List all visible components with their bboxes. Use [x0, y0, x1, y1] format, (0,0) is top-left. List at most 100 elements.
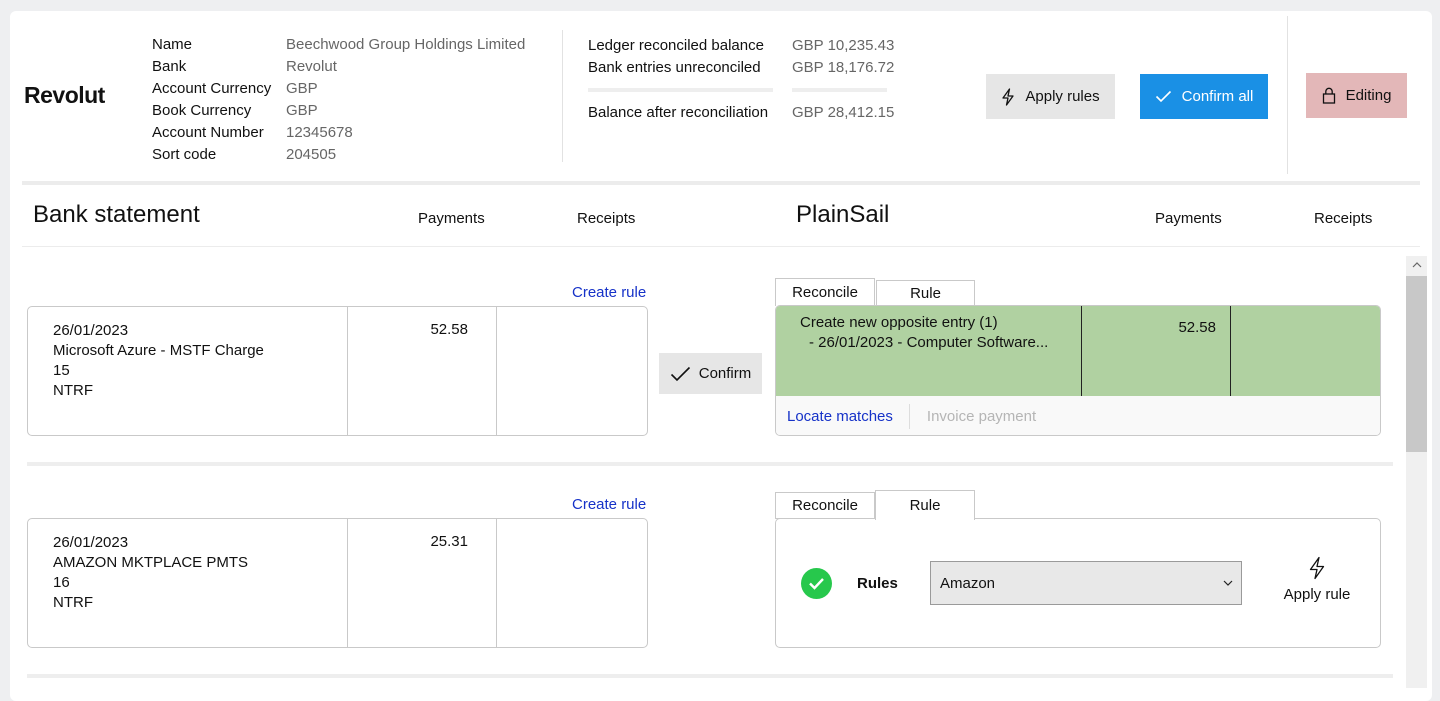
ledger-balance-row: Ledger reconciled balance GBP 10,235.43 — [588, 34, 894, 56]
info-row-book-currency: Book Currency GBP — [152, 99, 525, 121]
create-rule-link[interactable]: Create rule — [572, 496, 646, 513]
entry-date: 26/01/2023 — [53, 322, 129, 339]
lightning-icon — [1309, 556, 1325, 580]
create-rule-link[interactable]: Create rule — [572, 284, 646, 301]
invoice-payment-link: Invoice payment — [926, 408, 1037, 425]
info-value: 204505 — [286, 145, 337, 163]
match-actions: Locate matches Invoice payment — [776, 396, 1380, 435]
lock-icon — [1322, 87, 1335, 104]
match-receipt — [1231, 306, 1380, 396]
confirm-button[interactable]: Confirm — [659, 353, 762, 394]
match-payment: 52.58 — [1082, 306, 1231, 396]
chevron-down-icon — [1223, 580, 1233, 586]
info-label: Name — [152, 35, 193, 53]
apply-rule-label: Apply rule — [1283, 586, 1351, 603]
info-row-account-number: Account Number 12345678 — [152, 121, 525, 143]
bank-entry-card: 26/01/2023 AMAZON MKTPLACE PMTS 16 NTRF … — [27, 518, 648, 648]
info-label: Bank — [152, 57, 187, 75]
plainsail-payments-header: Payments — [1155, 210, 1222, 227]
info-label: Account Currency — [152, 79, 272, 97]
ledger-balance-label: Ledger reconciled balance — [588, 36, 764, 54]
unreconciled-label: Bank entries unreconciled — [588, 58, 761, 76]
row-separator — [27, 674, 1393, 678]
after-balance-value: GBP 28,412.15 — [792, 103, 895, 121]
bank-entry-card: 26/01/2023 Microsoft Azure - MSTF Charge… — [27, 306, 648, 436]
info-value: GBP — [286, 79, 318, 97]
entry-receipt — [497, 307, 647, 435]
rule-matched-icon — [801, 568, 832, 599]
account-info: Name Beechwood Group Holdings Limited Ban… — [152, 33, 525, 165]
entry-description: AMAZON MKTPLACE PMTS — [53, 554, 249, 571]
plainsail-title: PlainSail — [796, 201, 890, 228]
check-icon — [809, 578, 824, 590]
plainsail-receipts-header: Receipts — [1314, 210, 1373, 227]
match-line-1: Create new opposite entry (1) — [800, 314, 998, 331]
entry-receipt — [497, 519, 647, 647]
confirm-all-label: Confirm all — [1181, 88, 1254, 105]
tab-rule[interactable]: Rule — [876, 280, 975, 306]
info-label: Book Currency — [152, 101, 252, 119]
ledger-balance-value: GBP 10,235.43 — [792, 36, 895, 54]
after-balance-row: Balance after reconciliation GBP 28,412.1… — [588, 101, 894, 123]
plainsail-match-card: Create new opposite entry (1) - 26/01/20… — [775, 305, 1381, 436]
header-divider — [562, 30, 563, 162]
check-icon — [670, 366, 690, 381]
tab-rule[interactable]: Rule — [875, 490, 975, 520]
scroll-up-button[interactable] — [1406, 256, 1427, 273]
editing-label: Editing — [1345, 87, 1392, 104]
info-row-sort-code: Sort code 204505 — [152, 143, 525, 165]
entry-reference: 15 — [53, 362, 70, 379]
header-separator — [22, 181, 1420, 185]
header-divider — [1287, 16, 1288, 174]
info-row-account-currency: Account Currency GBP — [152, 77, 525, 99]
unreconciled-value: GBP 18,176.72 — [792, 58, 895, 76]
divider-bar — [588, 87, 773, 92]
info-value: 12345678 — [286, 123, 353, 141]
entry-payment: 25.31 — [348, 519, 497, 647]
lightning-icon — [1002, 87, 1015, 106]
rule-select-value: Amazon — [940, 574, 996, 592]
tab-reconcile[interactable]: Reconcile — [775, 492, 875, 519]
tab-reconcile[interactable]: Reconcile — [775, 278, 875, 306]
bank-statement-title: Bank statement — [33, 201, 200, 228]
entry-type: NTRF — [53, 594, 93, 611]
entry-date: 26/01/2023 — [53, 534, 129, 551]
chevron-up-icon — [1412, 261, 1421, 267]
info-row-bank: Bank Revolut — [152, 55, 525, 77]
confirm-all-button[interactable]: Confirm all — [1140, 74, 1268, 119]
match-entry[interactable]: Create new opposite entry (1) - 26/01/20… — [776, 306, 1380, 396]
bank-receipts-header: Receipts — [577, 210, 636, 227]
check-icon — [1155, 90, 1171, 103]
divider-bar — [792, 87, 887, 92]
column-header-divider — [22, 246, 1420, 247]
info-label: Account Number — [152, 123, 264, 141]
bank-entry-description: 26/01/2023 Microsoft Azure - MSTF Charge… — [28, 307, 348, 435]
bank-entry-description: 26/01/2023 AMAZON MKTPLACE PMTS 16 NTRF — [28, 519, 348, 647]
balance-divider — [588, 78, 894, 101]
rules-label: Rules — [857, 575, 898, 592]
locate-matches-link[interactable]: Locate matches — [776, 408, 909, 425]
bank-logo: Revolut — [24, 82, 105, 108]
apply-rules-label: Apply rules — [1025, 88, 1100, 105]
editing-button[interactable]: Editing — [1306, 73, 1407, 118]
rule-select[interactable]: Amazon — [930, 561, 1242, 605]
entry-description: Microsoft Azure - MSTF Charge — [53, 342, 264, 359]
entry-reference: 16 — [53, 574, 70, 591]
info-value: GBP — [286, 101, 318, 119]
scrollbar-thumb[interactable] — [1406, 276, 1427, 452]
after-balance-label: Balance after reconciliation — [588, 103, 769, 121]
apply-rule-button[interactable]: Apply rule — [1281, 556, 1353, 603]
unreconciled-row: Bank entries unreconciled GBP 18,176.72 — [588, 56, 894, 78]
match-description: Create new opposite entry (1) - 26/01/20… — [776, 306, 1082, 396]
row-separator — [27, 462, 1393, 466]
apply-rules-button[interactable]: Apply rules — [986, 74, 1115, 119]
balance-summary: Ledger reconciled balance GBP 10,235.43 B… — [588, 34, 894, 123]
info-value: Beechwood Group Holdings Limited — [286, 35, 526, 53]
match-line-2: - 26/01/2023 - Computer Software... — [809, 334, 1049, 351]
entry-type: NTRF — [53, 382, 93, 399]
bank-payments-header: Payments — [418, 210, 485, 227]
info-label: Sort code — [152, 145, 217, 163]
info-value: Revolut — [286, 57, 337, 75]
info-row-name: Name Beechwood Group Holdings Limited — [152, 33, 525, 55]
confirm-label: Confirm — [698, 365, 752, 382]
